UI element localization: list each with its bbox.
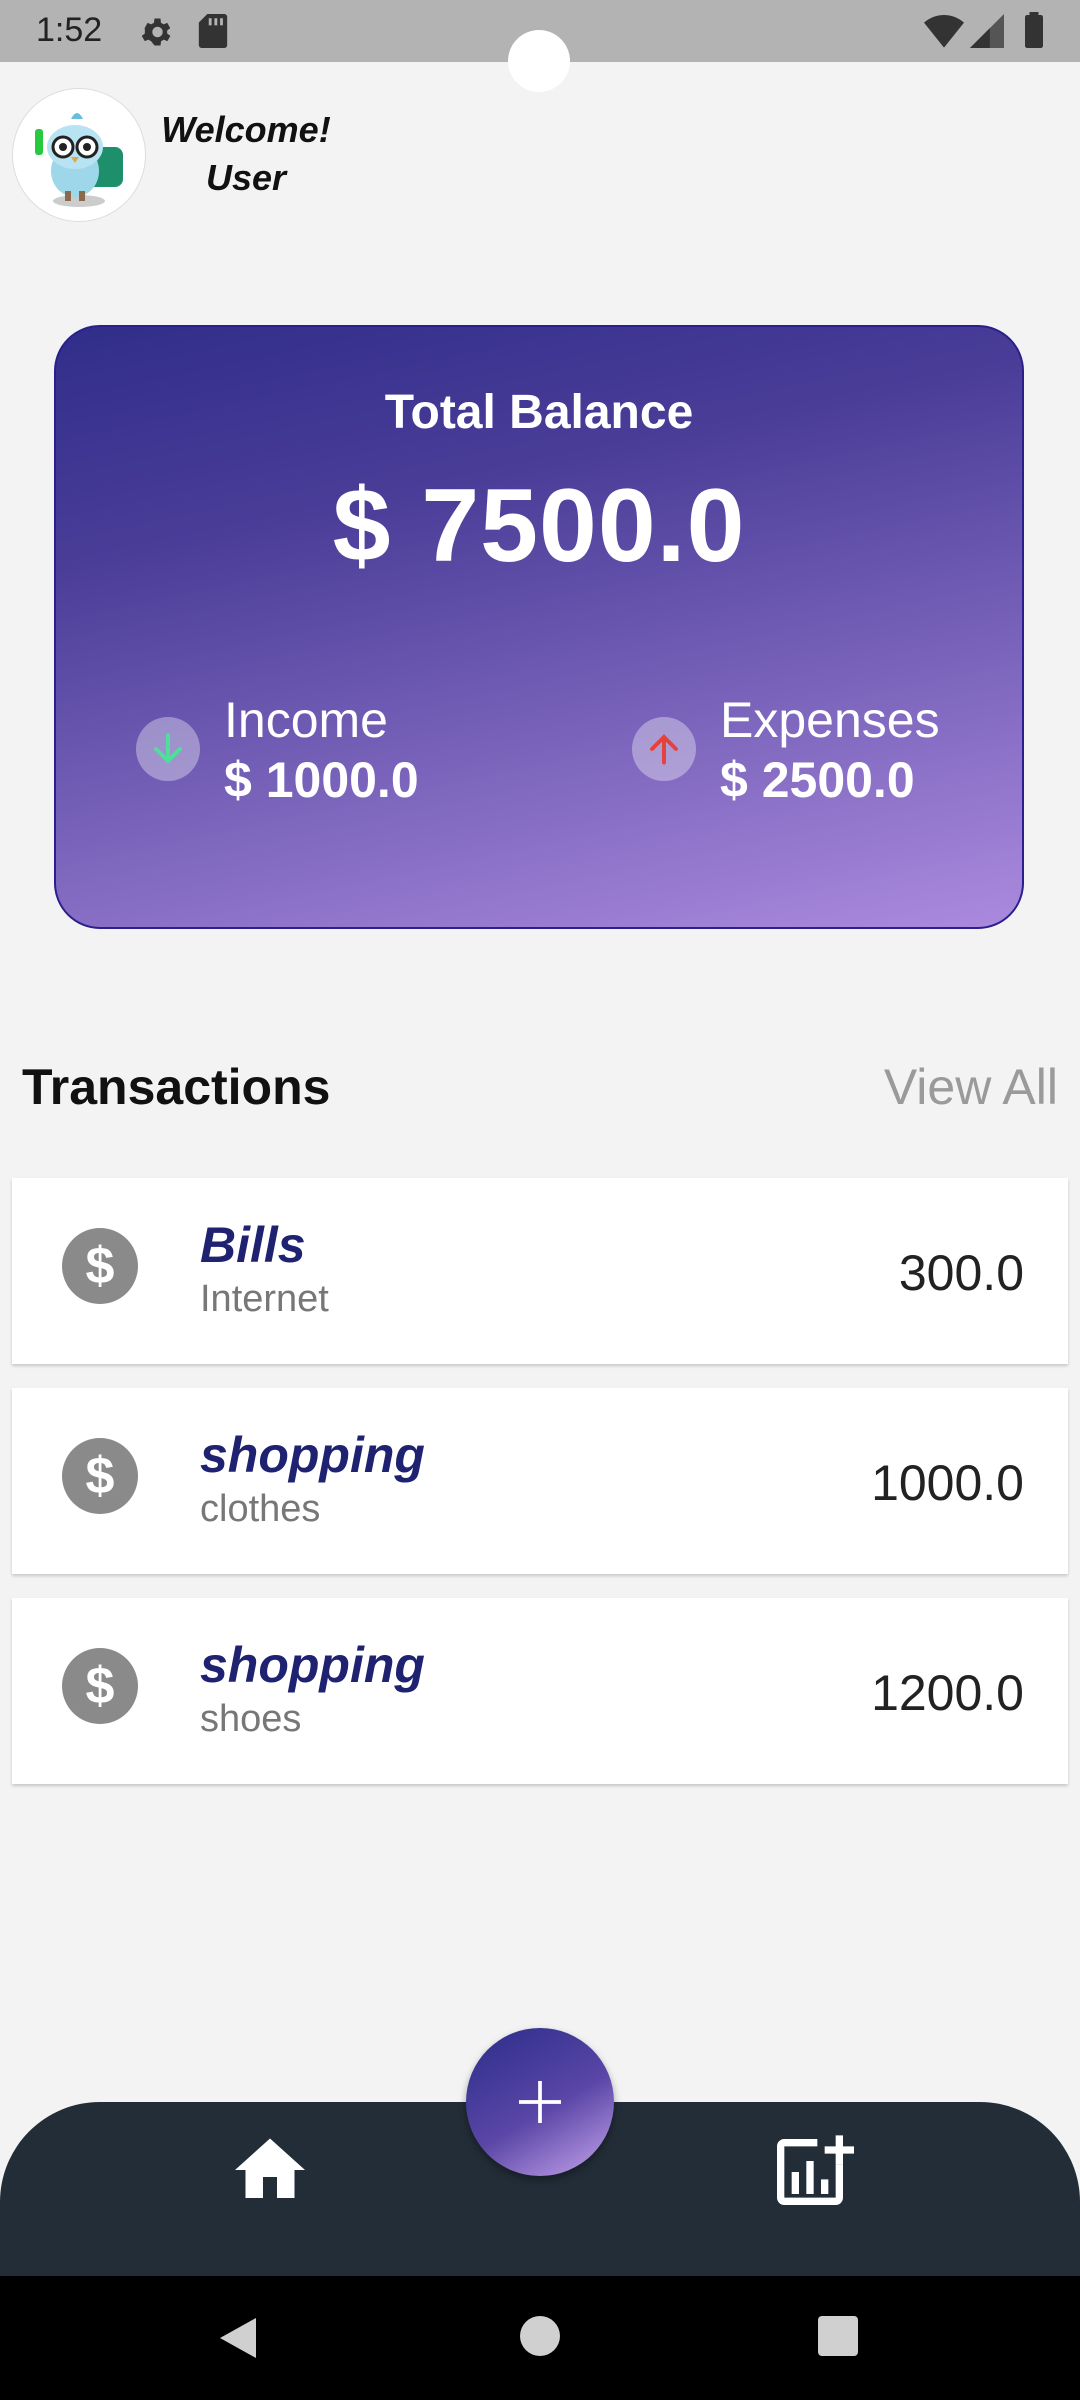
view-all-link[interactable]: View All xyxy=(884,1058,1058,1116)
svg-text:$: $ xyxy=(86,1237,115,1295)
welcome-username: User xyxy=(205,157,287,198)
add-chart-icon[interactable] xyxy=(766,2128,854,2216)
dollar-icon: $ xyxy=(62,1228,138,1304)
transaction-row[interactable]: $ shopping shoes 1200.0 xyxy=(12,1598,1068,1784)
balance-card: Total Balance $ 7500.0 Income $ 1000.0 E… xyxy=(54,325,1024,929)
transaction-row[interactable]: $ Bills Internet 300.0 xyxy=(12,1178,1068,1364)
transaction-category: shopping xyxy=(200,1637,425,1693)
transactions-title: Transactions xyxy=(22,1059,331,1115)
home-icon[interactable] xyxy=(228,2128,312,2212)
status-time: 1:52 xyxy=(36,11,103,49)
transaction-note: shoes xyxy=(200,1698,302,1740)
expenses-icon xyxy=(632,717,696,781)
dollar-icon: $ xyxy=(62,1648,138,1724)
svg-text:$: $ xyxy=(86,1447,115,1505)
wifi-icon xyxy=(924,15,964,48)
sd-card-icon xyxy=(198,14,228,48)
add-transaction-button[interactable] xyxy=(466,2028,614,2176)
home-circle-icon[interactable] xyxy=(520,2316,560,2356)
arrow-down-icon xyxy=(154,733,182,764)
balance-title: Total Balance xyxy=(384,386,694,439)
gear-icon xyxy=(141,18,171,46)
income-value: $ 1000.0 xyxy=(224,752,419,808)
transaction-amount: 1200.0 xyxy=(871,1665,1024,1721)
transaction-category: Bills xyxy=(200,1217,306,1273)
signal-icon xyxy=(970,14,1004,48)
svg-text:$: $ xyxy=(86,1657,115,1715)
transaction-amount: 300.0 xyxy=(898,1245,1024,1301)
back-icon[interactable] xyxy=(216,2314,260,2362)
arrow-up-icon xyxy=(650,734,678,765)
balance-amount: $ 7500.0 xyxy=(332,468,746,584)
avatar[interactable] xyxy=(12,88,146,222)
transaction-note: Internet xyxy=(200,1278,329,1320)
mascot-avatar-icon xyxy=(35,113,123,207)
transaction-note: clothes xyxy=(200,1488,321,1530)
plus-icon xyxy=(519,2081,561,2123)
battery-icon xyxy=(1025,12,1043,48)
camera-cutout xyxy=(508,30,570,92)
welcome-greeting: Welcome! xyxy=(161,109,331,150)
welcome-text: Welcome! User xyxy=(156,106,336,202)
transaction-row[interactable]: $ shopping clothes 1000.0 xyxy=(12,1388,1068,1574)
recents-icon[interactable] xyxy=(818,2316,858,2356)
expenses-value: $ 2500.0 xyxy=(720,752,915,808)
income-icon xyxy=(136,717,200,781)
dollar-icon: $ xyxy=(62,1438,138,1514)
income-label: Income xyxy=(224,692,388,748)
transaction-amount: 1000.0 xyxy=(871,1455,1024,1511)
expenses-label: Expenses xyxy=(720,692,940,748)
transaction-category: shopping xyxy=(200,1427,425,1483)
